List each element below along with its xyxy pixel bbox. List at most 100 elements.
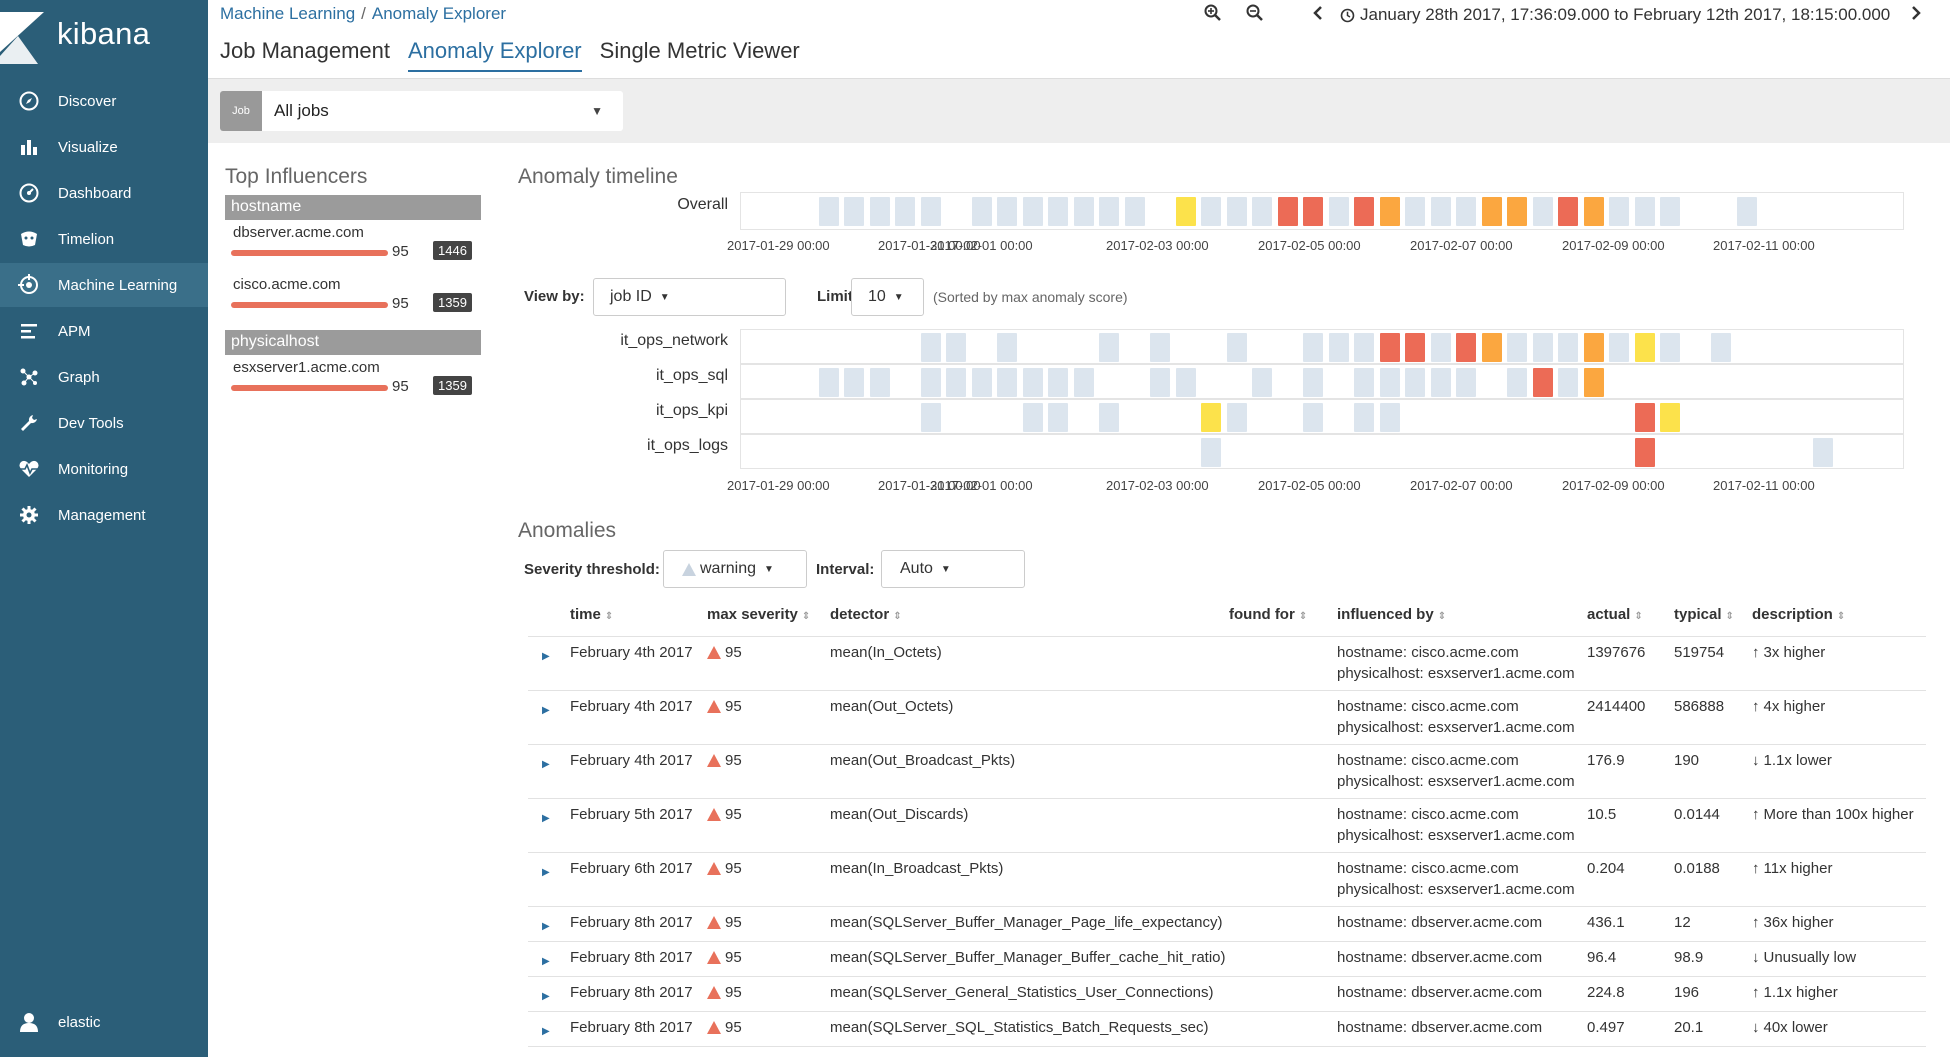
cell-influenced-by[interactable]: hostname: cisco.acme.com [1337, 696, 1519, 717]
swimlane-cell[interactable] [869, 197, 890, 226]
cell-influenced-by[interactable]: physicalhost: esxserver1.acme.com [1337, 663, 1575, 684]
influencer-item[interactable]: cisco.acme.com 95 1359 [225, 272, 481, 324]
swimlane-cell[interactable] [1609, 197, 1630, 226]
swimlane-cell[interactable] [1634, 438, 1655, 467]
swimlane-cell[interactable] [1379, 197, 1400, 226]
overall-swimlane[interactable] [740, 192, 1904, 230]
swimlane-cell[interactable] [1022, 403, 1043, 432]
swimlane-cell[interactable] [1634, 333, 1655, 362]
column-header-actual[interactable]: actual ⇕ [1587, 606, 1643, 623]
expand-row-icon[interactable]: ▶ [542, 813, 550, 824]
breadcrumb-current[interactable]: Anomaly Explorer [372, 4, 506, 23]
swimlane-cell[interactable] [1048, 403, 1069, 432]
expand-row-icon[interactable]: ▶ [542, 867, 550, 878]
swimlane-cell[interactable] [844, 197, 865, 226]
swimlane-cell[interactable] [1430, 197, 1451, 226]
swimlane-cell[interactable] [1150, 368, 1171, 397]
swimlane-cell[interactable] [1226, 333, 1247, 362]
breadcrumb-root[interactable]: Machine Learning [220, 4, 355, 23]
swimlane-label[interactable]: it_ops_logs [568, 437, 728, 455]
swimlane-cell[interactable] [1507, 197, 1528, 226]
swimlane-cell[interactable] [1354, 368, 1375, 397]
table-row[interactable]: ▶ February 4th 2017 95 mean(In_Octets) hostn… [528, 636, 1926, 690]
swimlane-it_ops_kpi[interactable] [740, 399, 1904, 434]
swimlane-cell[interactable] [1328, 197, 1349, 226]
swimlane-cell[interactable] [1303, 197, 1324, 226]
time-picker[interactable]: January 28th 2017, 17:36:09.000 to Febru… [1340, 5, 1890, 25]
swimlane-cell[interactable] [1048, 197, 1069, 226]
swimlane-it_ops_network[interactable] [740, 329, 1904, 364]
expand-row-icon[interactable]: ▶ [542, 956, 550, 967]
column-header-found-for[interactable]: found for ⇕ [1229, 606, 1307, 623]
swimlane-cell[interactable] [1303, 403, 1324, 432]
swimlane-cell[interactable] [1405, 197, 1426, 226]
swimlane-cell[interactable] [1048, 368, 1069, 397]
cell-influenced-by[interactable]: hostname: cisco.acme.com [1337, 642, 1519, 663]
cell-influenced-by[interactable]: hostname: dbserver.acme.com [1337, 1017, 1542, 1038]
swimlane-cell[interactable] [818, 368, 839, 397]
swimlane-cell[interactable] [818, 197, 839, 226]
tab-anomaly-explorer[interactable]: Anomaly Explorer [408, 38, 582, 72]
influencer-value[interactable]: dbserver.acme.com [233, 224, 364, 241]
expand-row-icon[interactable]: ▶ [542, 759, 550, 770]
swimlane-cell[interactable] [1150, 333, 1171, 362]
sidebar-item-monitoring[interactable]: Monitoring [0, 447, 208, 491]
swimlane-cell[interactable] [1736, 197, 1757, 226]
swimlane-cell[interactable] [1124, 197, 1145, 226]
swimlane-label[interactable]: it_ops_kpi [568, 402, 728, 420]
swimlane-cell[interactable] [920, 197, 941, 226]
swimlane-cell[interactable] [895, 197, 916, 226]
time-next-button[interactable] [1910, 5, 1922, 26]
swimlane-cell[interactable] [1379, 333, 1400, 362]
table-row[interactable]: ▶ February 8th 2017 95 mean(SQLServer_Buffe… [528, 941, 1926, 976]
table-row[interactable]: ▶ February 4th 2017 95 mean(Out_Broadcast_P… [528, 744, 1926, 798]
swimlane-cell[interactable] [1073, 368, 1094, 397]
swimlane-it_ops_sql[interactable] [740, 364, 1904, 399]
column-header-time[interactable]: time ⇕ [570, 606, 613, 623]
table-row[interactable]: ▶ February 5th 2017 95 mean(Out_Discards) ho… [528, 798, 1926, 852]
swimlane-cell[interactable] [971, 368, 992, 397]
swimlane-cell[interactable] [1379, 368, 1400, 397]
swimlane-cell[interactable] [1201, 438, 1222, 467]
swimlane-cell[interactable] [1303, 368, 1324, 397]
table-row[interactable]: ▶ February 8th 2017 95 mean(SQLServer_SQL_S… [528, 1011, 1926, 1046]
sidebar-item-machine-learning[interactable]: Machine Learning [0, 263, 208, 307]
swimlane-cell[interactable] [844, 368, 865, 397]
table-row[interactable]: ▶ February 8th 2017 95 mean(SQLServer_Buffe… [528, 906, 1926, 941]
swimlane-cell[interactable] [1252, 368, 1273, 397]
swimlane-cell[interactable] [1201, 403, 1222, 432]
swimlane-cell[interactable] [971, 197, 992, 226]
cell-influenced-by[interactable]: physicalhost: esxserver1.acme.com [1337, 825, 1575, 846]
sidebar-item-timelion[interactable]: Timelion [0, 217, 208, 261]
swimlane-cell[interactable] [1252, 197, 1273, 226]
swimlane-cell[interactable] [1073, 197, 1094, 226]
swimlane-cell[interactable] [1558, 368, 1579, 397]
swimlane-cell[interactable] [997, 333, 1018, 362]
swimlane-it_ops_logs[interactable] [740, 434, 1904, 469]
swimlane-cell[interactable] [1099, 333, 1120, 362]
swimlane-cell[interactable] [1532, 368, 1553, 397]
swimlane-cell[interactable] [1022, 368, 1043, 397]
expand-row-icon[interactable]: ▶ [542, 1026, 550, 1037]
swimlane-cell[interactable] [1226, 197, 1247, 226]
swimlane-cell[interactable] [1660, 333, 1681, 362]
view-by-select[interactable]: job ID ▼ [593, 278, 786, 316]
swimlane-cell[interactable] [1456, 197, 1477, 226]
swimlane-cell[interactable] [1481, 197, 1502, 226]
swimlane-cell[interactable] [1430, 368, 1451, 397]
swimlane-cell[interactable] [1354, 333, 1375, 362]
cell-influenced-by[interactable]: hostname: dbserver.acme.com [1337, 912, 1542, 933]
swimlane-cell[interactable] [1456, 333, 1477, 362]
cell-influenced-by[interactable]: hostname: cisco.acme.com [1337, 858, 1519, 879]
swimlane-cell[interactable] [1558, 333, 1579, 362]
expand-row-icon[interactable]: ▶ [542, 651, 550, 662]
zoom-in-button[interactable] [1204, 4, 1222, 27]
table-row[interactable]: ▶ February 4th 2017 95 mean(Out_Octets) host… [528, 690, 1926, 744]
swimlane-cell[interactable] [1277, 197, 1298, 226]
zoom-out-button[interactable] [1246, 4, 1264, 27]
swimlane-cell[interactable] [1583, 333, 1604, 362]
swimlane-cell[interactable] [1456, 368, 1477, 397]
swimlane-label[interactable]: it_ops_network [568, 332, 728, 350]
swimlane-cell[interactable] [920, 333, 941, 362]
sidebar-item-dev-tools[interactable]: Dev Tools [0, 401, 208, 445]
